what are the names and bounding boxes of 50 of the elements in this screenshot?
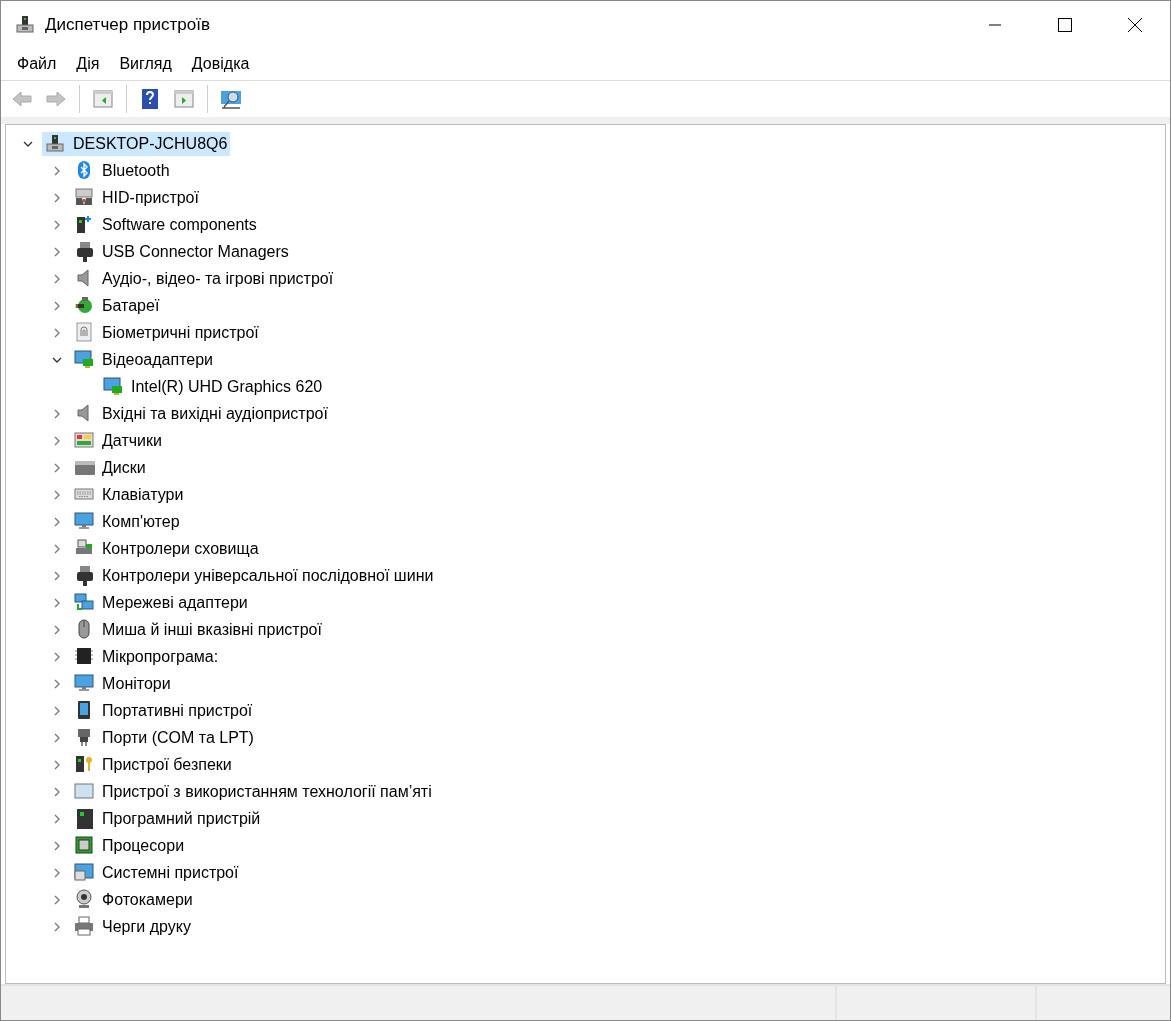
tree-item[interactable]: Порти (COM та LPT): [71, 725, 257, 750]
tree-item[interactable]: Диски: [71, 455, 149, 480]
pane-window-icon: [173, 88, 195, 110]
tree-item[interactable]: Комп'ютер: [71, 509, 183, 534]
tree-item[interactable]: Bluetooth: [71, 158, 173, 183]
display-adapter-icon: [103, 375, 125, 398]
tree-item[interactable]: Клавіатури: [71, 482, 187, 507]
tree-item[interactable]: Миша й інші вказівні пристрої: [71, 617, 325, 642]
tree-item-selected[interactable]: DESKTOP-JCHU8Q6: [42, 131, 231, 156]
tree-item[interactable]: Software components: [71, 212, 260, 237]
menu-item[interactable]: Дія: [66, 51, 110, 77]
help-book-icon: [139, 88, 161, 110]
close-icon: [1128, 17, 1142, 32]
menu-item[interactable]: Вигляд: [109, 51, 182, 77]
display-adapter-icon: [74, 348, 96, 371]
tree-item[interactable]: Батареї: [71, 293, 163, 318]
tree-item[interactable]: Контролери універсальної послідовної шини: [71, 563, 437, 588]
tree-item[interactable]: Відеоадаптери: [71, 347, 217, 372]
plug-icon: [74, 240, 96, 263]
tree-item[interactable]: Пристрої з використанням технології пам’яті: [71, 779, 435, 804]
window-title: Диспетчер пристроїв: [45, 14, 211, 35]
computer-tower-icon: [15, 13, 37, 36]
tree-item[interactable]: USB Connector Managers: [71, 239, 292, 264]
tree-item[interactable]: Системні пристрої: [71, 860, 242, 885]
tree-item[interactable]: Мікропрограма:: [71, 644, 222, 669]
printer-icon: [74, 915, 96, 938]
maximize-icon: [1058, 17, 1072, 32]
tree-item[interactable]: Портативні пристрої: [71, 698, 256, 723]
tree-item[interactable]: HID-пристрої: [71, 185, 202, 210]
tree-item[interactable]: Мережеві адаптери: [71, 590, 251, 615]
monitor-search-icon: [220, 88, 242, 110]
processor-icon: [74, 834, 96, 857]
software-device-icon: [74, 807, 96, 830]
tree-item[interactable]: Черги друку: [71, 914, 194, 939]
tree-item[interactable]: Пристрої безпеки: [71, 752, 235, 777]
pane-window-icon: [92, 88, 114, 110]
tree-item[interactable]: Intel(R) UHD Graphics 620: [100, 374, 326, 399]
tree-item[interactable]: Монітори: [71, 671, 174, 696]
tree-item[interactable]: Процесори: [71, 833, 188, 858]
tree-item[interactable]: Фотокамери: [71, 887, 196, 912]
tree-item[interactable]: Вхідні та вихідні аудіопристрої: [71, 401, 331, 426]
menu-item[interactable]: Довідка: [181, 51, 260, 77]
tree-item[interactable]: Біометричні пристрої: [71, 320, 262, 345]
tree-item[interactable]: Аудіо-, відео- та ігрові пристрої: [71, 266, 337, 291]
tree-item[interactable]: Програмний пристрій: [71, 806, 264, 831]
tree-item[interactable]: Датчики: [71, 428, 165, 453]
tree-item[interactable]: Контролери сховища: [71, 536, 262, 561]
plug-icon: [74, 564, 96, 587]
computer-tower-icon: [45, 132, 67, 155]
menu-item[interactable]: Файл: [7, 51, 67, 77]
